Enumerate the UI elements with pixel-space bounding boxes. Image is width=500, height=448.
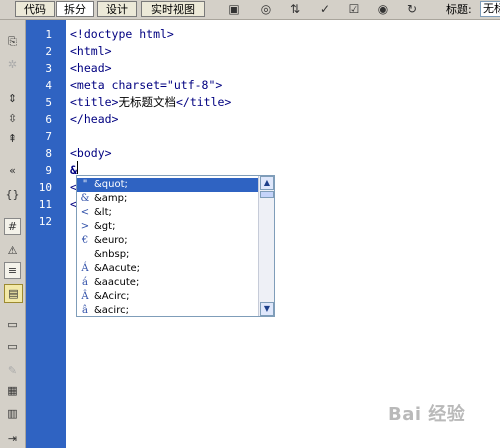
apply-comment-icon[interactable]: ▭: [4, 316, 21, 333]
hint-entity: &euro;: [94, 235, 128, 246]
highlight-invalid-code-icon[interactable]: ⚠: [4, 242, 21, 259]
code-line[interactable]: <head>: [70, 62, 112, 75]
document-toolbar: 代码 拆分 设计 实时视图 ▣ ◎ ⇅ ✓ ☑ ◉ ↻ 标题: 无标题文档: [0, 0, 500, 20]
line-number: 4: [45, 79, 52, 92]
wrap-tag-icon[interactable]: ✎: [4, 362, 21, 379]
visual-aids-icon[interactable]: ◉: [375, 2, 391, 17]
remove-comment-icon[interactable]: ▭: [4, 338, 21, 355]
text-caret: [77, 161, 78, 174]
title-input[interactable]: 无标题文档: [480, 1, 500, 17]
balance-braces-icon[interactable]: {}: [4, 186, 21, 203]
title-label: 标题:: [446, 3, 472, 16]
hint-glyph: >: [80, 221, 90, 232]
refresh-icon[interactable]: ↻: [404, 2, 420, 17]
hint-item[interactable]: á &aacute;: [77, 276, 258, 290]
hint-glyph: <: [80, 207, 90, 218]
open-documents-icon[interactable]: ⎘: [4, 33, 21, 50]
syntax-coloring-icon[interactable]: ▤: [4, 284, 23, 303]
code-hint-popup[interactable]: " &quot; & &amp; < &lt; > &gt; € &euro; …: [76, 175, 275, 317]
validate-icon[interactable]: ✓: [317, 2, 333, 17]
hint-glyph: ": [82, 179, 88, 190]
code-tag: </title>: [175, 95, 232, 109]
browser-preview-icon[interactable]: ◎: [258, 2, 274, 17]
collapse-selection-icon[interactable]: ⇳: [4, 110, 21, 127]
hint-entity: &acirc;: [94, 305, 129, 316]
line-number: 8: [45, 147, 52, 160]
collapse-tag-icon[interactable]: ⇕: [4, 90, 21, 107]
code-tag: <title>: [70, 95, 119, 109]
baidu-watermark: Bai 经验: [388, 404, 466, 425]
hint-item[interactable]: â &acirc;: [77, 304, 258, 316]
hint-item[interactable]: &nbsp;: [77, 248, 258, 262]
scroll-up-icon[interactable]: ▲: [260, 176, 274, 190]
code-line[interactable]: <body>: [70, 147, 112, 160]
select-parent-tag-icon[interactable]: «: [4, 162, 21, 179]
hint-entity: &nbsp;: [94, 249, 130, 260]
hint-item[interactable]: < &lt;: [77, 206, 258, 220]
split-view-button[interactable]: 拆分: [56, 1, 94, 17]
hint-entity: &aacute;: [94, 277, 140, 288]
line-number: 9: [45, 164, 52, 177]
move-css-icon[interactable]: ▥: [4, 405, 21, 422]
line-number: 5: [45, 96, 52, 109]
file-management-icon[interactable]: ⇅: [287, 2, 303, 17]
indent-code-icon[interactable]: ⇥: [4, 430, 21, 447]
code-view-button[interactable]: 代码: [15, 1, 55, 17]
design-view-button[interactable]: 设计: [97, 1, 137, 17]
hint-item[interactable]: " &quot;: [77, 178, 258, 192]
hint-item[interactable]: Â &Acirc;: [77, 290, 258, 304]
hint-item[interactable]: > &gt;: [77, 220, 258, 234]
hint-glyph: Á: [81, 263, 89, 274]
expand-all-icon[interactable]: ⇞: [4, 130, 21, 147]
hint-glyph: â: [82, 305, 88, 316]
code-line[interactable]: <meta charset="utf-8">: [70, 79, 222, 92]
hint-glyph: €: [81, 235, 89, 246]
line-number: 10: [38, 181, 52, 194]
line-number: 1: [45, 28, 52, 41]
word-wrap-icon[interactable]: ≡: [4, 262, 21, 279]
live-view-button[interactable]: 实时视图: [141, 1, 205, 17]
code-line[interactable]: <html>: [70, 45, 112, 58]
code-line[interactable]: <!doctype html>: [70, 28, 174, 41]
hint-scrollbar[interactable]: ▲ ▼: [258, 176, 274, 316]
hint-entity: &Acirc;: [94, 291, 130, 302]
hint-glyph: Â: [81, 291, 89, 302]
line-number: 7: [45, 130, 52, 143]
hint-entity: &quot;: [94, 179, 128, 190]
line-number: 11: [38, 198, 52, 211]
line-numbers-icon[interactable]: #: [4, 218, 21, 235]
line-number: 3: [45, 62, 52, 75]
coding-toolbar: ⎘ ✲ ⇕ ⇳ ⇞ « {} # ⚠ ≡ ▤ ▭ ▭ ✎ ▦ ▥ ⇥: [0, 20, 26, 448]
hint-item[interactable]: € &euro;: [77, 234, 258, 248]
code-text: 无标题文档: [118, 95, 176, 109]
multiscreen-icon[interactable]: ▣: [226, 2, 242, 17]
hint-glyph: &: [80, 193, 90, 204]
code-line[interactable]: <title>无标题文档</title>: [70, 96, 231, 109]
hint-item[interactable]: & &amp;: [77, 192, 258, 206]
hint-entity: &gt;: [94, 221, 116, 232]
hint-glyph: á: [82, 277, 88, 288]
hint-item[interactable]: Á &Aacute;: [77, 262, 258, 276]
hint-entity: &lt;: [94, 207, 112, 218]
code-line[interactable]: </head>: [70, 113, 118, 126]
line-number: 6: [45, 113, 52, 126]
recent-snippets-icon[interactable]: ▦: [4, 382, 21, 399]
line-number-gutter: 1 2 3 4 5 6 7 8 9 10 11 12: [26, 20, 66, 448]
scroll-thumb[interactable]: [260, 191, 274, 198]
hint-entity: &Aacute;: [94, 263, 141, 274]
line-number: 2: [45, 45, 52, 58]
line-number: 12: [38, 215, 52, 228]
scroll-down-icon[interactable]: ▼: [260, 302, 274, 316]
hint-entity: &amp;: [94, 193, 128, 204]
check-compatibility-icon[interactable]: ☑: [346, 2, 362, 17]
show-code-navigator-icon[interactable]: ✲: [4, 56, 21, 73]
